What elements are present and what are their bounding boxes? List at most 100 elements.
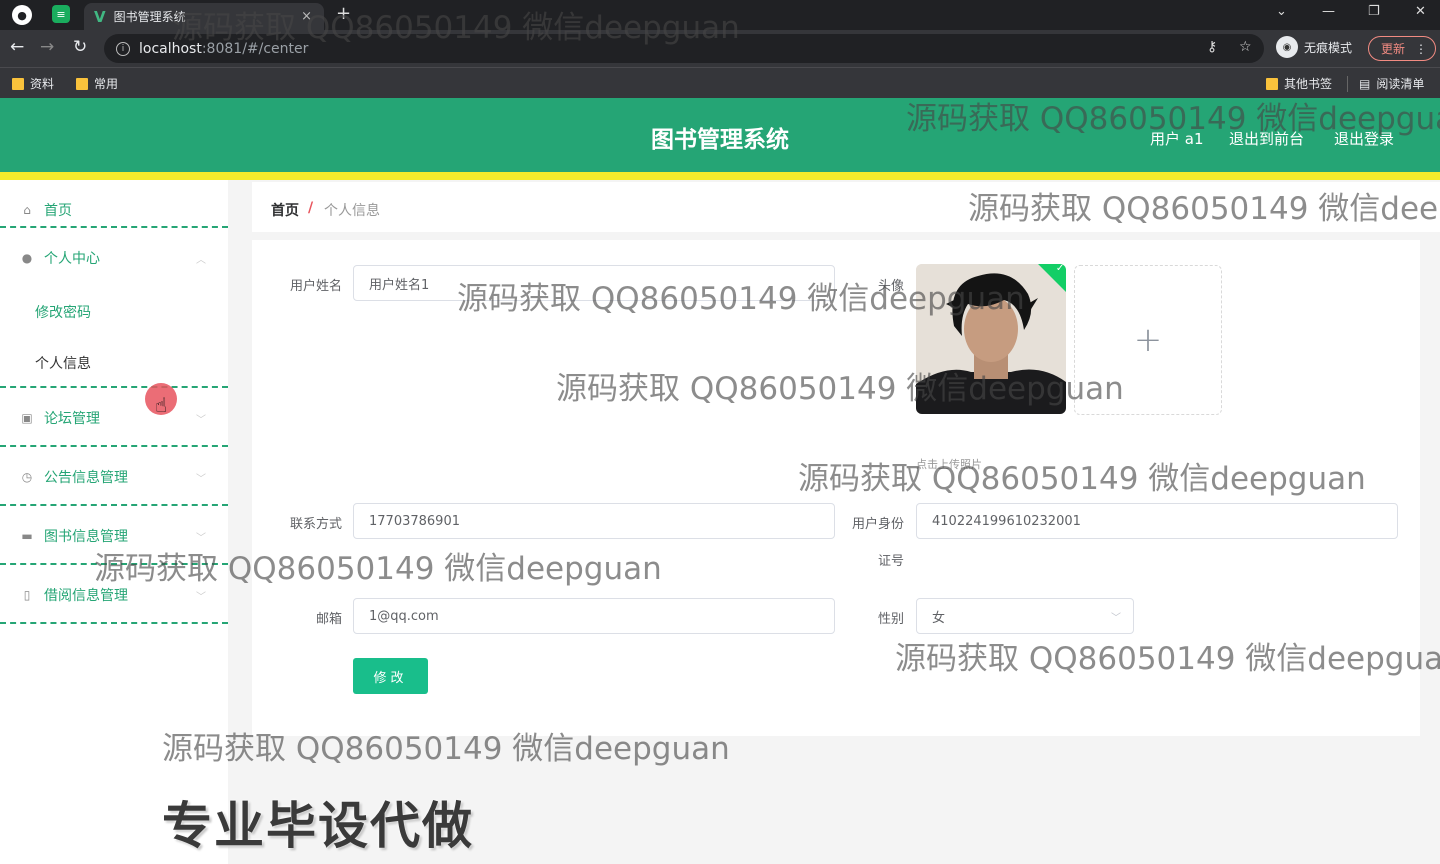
- idcard-input[interactable]: 410224199610232001: [916, 503, 1398, 539]
- chevron-down-icon: ﹀: [196, 532, 206, 544]
- sidebar-divider: [0, 386, 228, 388]
- app-title: 图书管理系统: [651, 127, 789, 153]
- sidebar-item-forum[interactable]: ▣ 论坛管理 ﹀: [0, 398, 228, 438]
- phone-input[interactable]: 17703786901: [353, 503, 835, 539]
- current-user: 用户 a1: [1150, 130, 1204, 148]
- bookmark-folder-ziliao[interactable]: 资料: [12, 75, 54, 92]
- breadcrumb-current: 个人信息: [324, 203, 380, 219]
- app-tab-icon[interactable]: ≡: [52, 5, 70, 23]
- breadcrumb-separator: /: [308, 200, 314, 216]
- plus-icon: +: [1133, 320, 1163, 360]
- reading-list-label: 阅读清单: [1376, 77, 1425, 91]
- exit-to-front-link[interactable]: 退出到前台: [1229, 128, 1304, 149]
- sidebar-item-books[interactable]: ▬ 图书信息管理 ﹀: [0, 516, 228, 556]
- reading-list[interactable]: ▤ 阅读清单: [1359, 75, 1424, 92]
- sidebar-item-notice[interactable]: ◷ 公告信息管理 ﹀: [0, 457, 228, 497]
- idcard-label-line2: 证号: [877, 554, 904, 569]
- restore-icon[interactable]: ❐: [1368, 4, 1380, 19]
- chevron-down-icon: ﹀: [1111, 612, 1121, 624]
- avatar-photo: [916, 264, 1066, 414]
- app-header: 图书管理系统 用户 a1 退出到前台 退出登录: [0, 98, 1440, 172]
- address-bar[interactable]: i localhost:8081/#/center: [104, 34, 1264, 63]
- sidebar-item-label: 公告信息管理: [44, 470, 128, 486]
- menu-dots-icon[interactable]: ⋮: [1415, 42, 1427, 56]
- gender-select[interactable]: 女 ﹀: [916, 598, 1134, 634]
- other-bookmarks[interactable]: 其他书签: [1266, 75, 1332, 92]
- logout-link[interactable]: 退出登录: [1334, 128, 1394, 149]
- close-window-icon[interactable]: ✕: [1415, 4, 1426, 19]
- bookmark-separator: [1347, 76, 1348, 92]
- upload-tip: 点击上传照片: [916, 458, 982, 471]
- chevron-down-icon: ﹀: [196, 414, 206, 426]
- breadcrumb: 首页 / 个人信息: [252, 182, 1440, 232]
- avatar-label: 头像: [877, 279, 904, 294]
- new-tab-button[interactable]: +: [336, 3, 351, 24]
- clipboard-icon: ▣: [21, 411, 33, 425]
- phone-icon: ▯: [23, 588, 31, 602]
- minimize-icon[interactable]: —: [1322, 4, 1335, 19]
- check-icon: ✓: [1055, 264, 1065, 274]
- clock-icon: ◷: [21, 470, 33, 484]
- reload-icon[interactable]: ↻: [73, 37, 87, 57]
- avatar-image[interactable]: ✓: [916, 264, 1066, 414]
- sidebar-divider: [0, 445, 228, 447]
- incognito-icon: ◉: [1276, 36, 1298, 58]
- sidebar-divider: [0, 563, 228, 565]
- site-info-icon[interactable]: i: [116, 41, 130, 56]
- sidebar-item-home[interactable]: ⌂ 首页: [0, 190, 228, 230]
- sidebar: ⌂ 首页 ● 个人中心 ︿ 修改密码 个人信息 ▣ 论坛管理 ﹀ ◷ 公告信息管…: [0, 180, 228, 864]
- forward-icon[interactable]: →: [40, 37, 54, 57]
- username-value: 用户姓名1: [369, 277, 430, 293]
- email-input[interactable]: 1@qq.com: [353, 598, 835, 634]
- sidebar-item-personal-center[interactable]: ● 个人中心 ︿: [0, 238, 228, 278]
- chevron-down-icon: ﹀: [196, 473, 206, 485]
- monitor-icon: ▬: [21, 529, 33, 543]
- sidebar-subitem-change-password[interactable]: 修改密码: [35, 302, 91, 322]
- browser-icon: ●: [12, 5, 32, 25]
- phone-value: 17703786901: [369, 513, 460, 529]
- idcard-value: 410224199610232001: [932, 513, 1081, 529]
- folder-icon: [76, 77, 88, 90]
- idcard-label: 用户身份: [851, 517, 904, 532]
- chevron-up-icon: ︿: [196, 254, 206, 266]
- url-path: :8081/#/center: [201, 40, 309, 57]
- email-value: 1@qq.com: [369, 608, 439, 624]
- tab-title: 图书管理系统: [113, 10, 186, 24]
- url-host: localhost: [139, 40, 202, 57]
- sidebar-item-label: 首页: [44, 203, 72, 219]
- avatar-upload-button[interactable]: +: [1074, 265, 1222, 415]
- breadcrumb-home[interactable]: 首页: [271, 200, 299, 220]
- tab-search-icon[interactable]: ⌄: [1276, 4, 1287, 19]
- gender-value: 女: [932, 610, 946, 626]
- sidebar-divider: [0, 622, 228, 624]
- incognito-label: 无痕模式: [1304, 40, 1353, 55]
- back-icon[interactable]: ←: [10, 37, 24, 57]
- update-button[interactable]: 更新 ⋮: [1368, 36, 1436, 61]
- vue-logo-icon: V: [94, 7, 106, 26]
- email-label: 邮箱: [315, 612, 342, 627]
- sidebar-item-borrow[interactable]: ▯ 借阅信息管理 ﹀: [0, 575, 228, 615]
- promo-text: 专业毕设代做: [162, 797, 474, 855]
- bookmark-star-icon[interactable]: ☆: [1239, 39, 1252, 55]
- folder-icon: [1266, 77, 1278, 90]
- sidebar-subitem-personal-info[interactable]: 个人信息: [35, 353, 91, 373]
- incognito-indicator[interactable]: ◉ 无痕模式: [1276, 36, 1352, 58]
- sidebar-item-label: 论坛管理: [44, 411, 100, 427]
- bookmark-label: 常用: [94, 77, 119, 91]
- reading-list-icon: ▤: [1359, 76, 1371, 91]
- tab-close-icon[interactable]: ×: [301, 9, 312, 24]
- user-icon: ●: [21, 251, 33, 265]
- chevron-down-icon: ﹀: [196, 591, 206, 603]
- gender-label: 性别: [877, 612, 904, 627]
- bookmark-folder-changyong[interactable]: 常用: [76, 75, 118, 92]
- modify-button[interactable]: 修改: [353, 658, 428, 694]
- home-icon: ⌂: [23, 203, 31, 217]
- browser-toolbar: ← → ↻ i localhost:8081/#/center ⚷ ☆: [0, 30, 1440, 67]
- username-input[interactable]: 用户姓名1: [353, 265, 835, 301]
- sidebar-divider: [0, 226, 228, 228]
- key-icon[interactable]: ⚷: [1207, 39, 1217, 55]
- header-accent-line: [0, 172, 1440, 180]
- browser-tab-bar: ● ≡ V 图书管理系统 × + ⌄ — ❐ ✕: [0, 0, 1440, 30]
- hand-cursor-icon: ☝: [155, 393, 168, 417]
- browser-tab[interactable]: V 图书管理系统 ×: [84, 3, 324, 30]
